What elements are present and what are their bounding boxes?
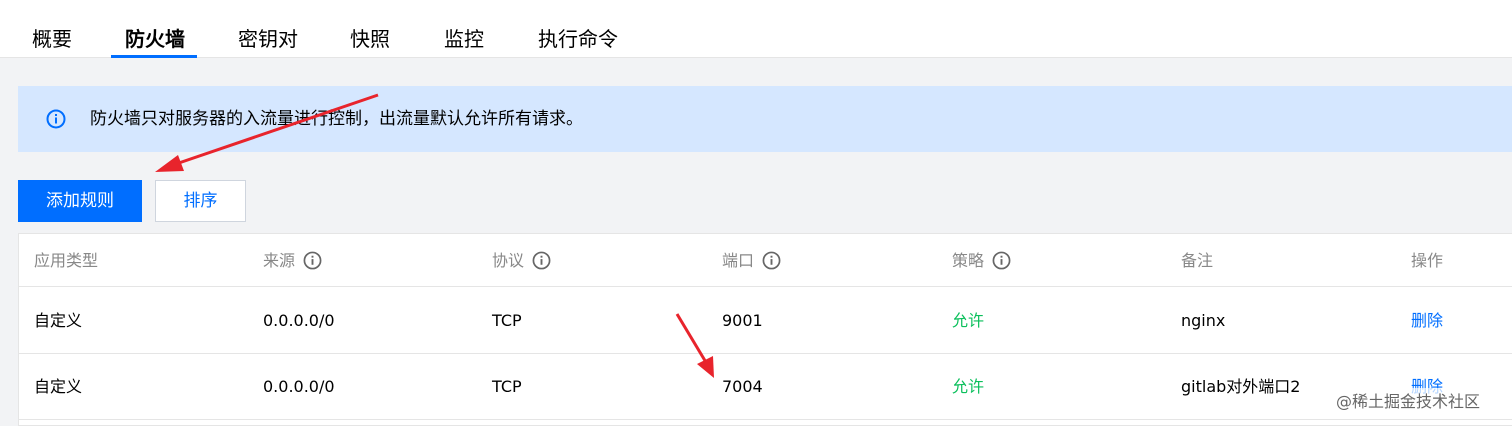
info-circle-icon: [46, 109, 66, 129]
cell-port: 7004: [722, 377, 763, 396]
cell-remark: nginx: [1181, 311, 1226, 330]
tab-snapshot[interactable]: 快照: [350, 0, 390, 58]
table-row: 自定义 0.0.0.0/0 TCP 7004 允许 gitlab对外端口2 删除: [19, 354, 1512, 420]
column-header-action: 操作: [1411, 251, 1444, 270]
cell-policy: 允许: [952, 377, 985, 396]
info-icon[interactable]: [762, 251, 781, 270]
column-header-protocol: 协议: [492, 234, 551, 287]
cell-type: 自定义: [34, 311, 83, 330]
info-icon[interactable]: [532, 251, 551, 270]
cell-source: 0.0.0.0/0: [263, 377, 335, 396]
column-header-type: 应用类型: [34, 251, 99, 270]
info-notice: 防火墙只对服务器的入流量进行控制，出流量默认允许所有请求。: [18, 86, 1512, 152]
cell-source: 0.0.0.0/0: [263, 311, 335, 330]
cell-protocol: TCP: [492, 377, 522, 396]
cell-type: 自定义: [34, 377, 83, 396]
info-icon[interactable]: [303, 251, 322, 270]
column-header-port: 端口: [722, 234, 781, 287]
active-tab-indicator: [111, 55, 197, 58]
tab-monitor[interactable]: 监控: [444, 0, 484, 58]
tab-overview[interactable]: 概要: [32, 0, 72, 58]
cell-protocol: TCP: [492, 311, 522, 330]
cell-remark: gitlab对外端口2: [1181, 377, 1301, 396]
cell-port: 9001: [722, 311, 763, 330]
column-header-policy: 策略: [952, 234, 1011, 287]
sort-button[interactable]: 排序: [155, 180, 246, 222]
info-icon[interactable]: [992, 251, 1011, 270]
delete-rule-link[interactable]: 删除: [1411, 288, 1443, 354]
cell-policy: 允许: [952, 311, 985, 330]
column-header-source: 来源: [263, 234, 322, 287]
table-header: 应用类型 来源 协议 端口 策略 备注 操作: [19, 234, 1512, 287]
tab-execute-command[interactable]: 执行命令: [538, 0, 618, 58]
firewall-rules-table: 应用类型 来源 协议 端口 策略 备注 操作 自定义 0.0.0.0/0 TCP…: [18, 233, 1512, 426]
tab-firewall[interactable]: 防火墙: [125, 0, 185, 58]
tab-bar: 概要 防火墙 密钥对 快照 监控 执行命令: [0, 0, 1512, 58]
column-header-remark: 备注: [1181, 251, 1214, 270]
table-row: 自定义 0.0.0.0/0 TCP 9001 允许 nginx 删除: [19, 288, 1512, 354]
tab-keypair[interactable]: 密钥对: [238, 0, 298, 58]
watermark: @稀土掘金技术社区: [1336, 388, 1481, 412]
notice-text: 防火墙只对服务器的入流量进行控制，出流量默认允许所有请求。: [90, 109, 583, 129]
add-rule-button[interactable]: 添加规则: [18, 180, 142, 222]
